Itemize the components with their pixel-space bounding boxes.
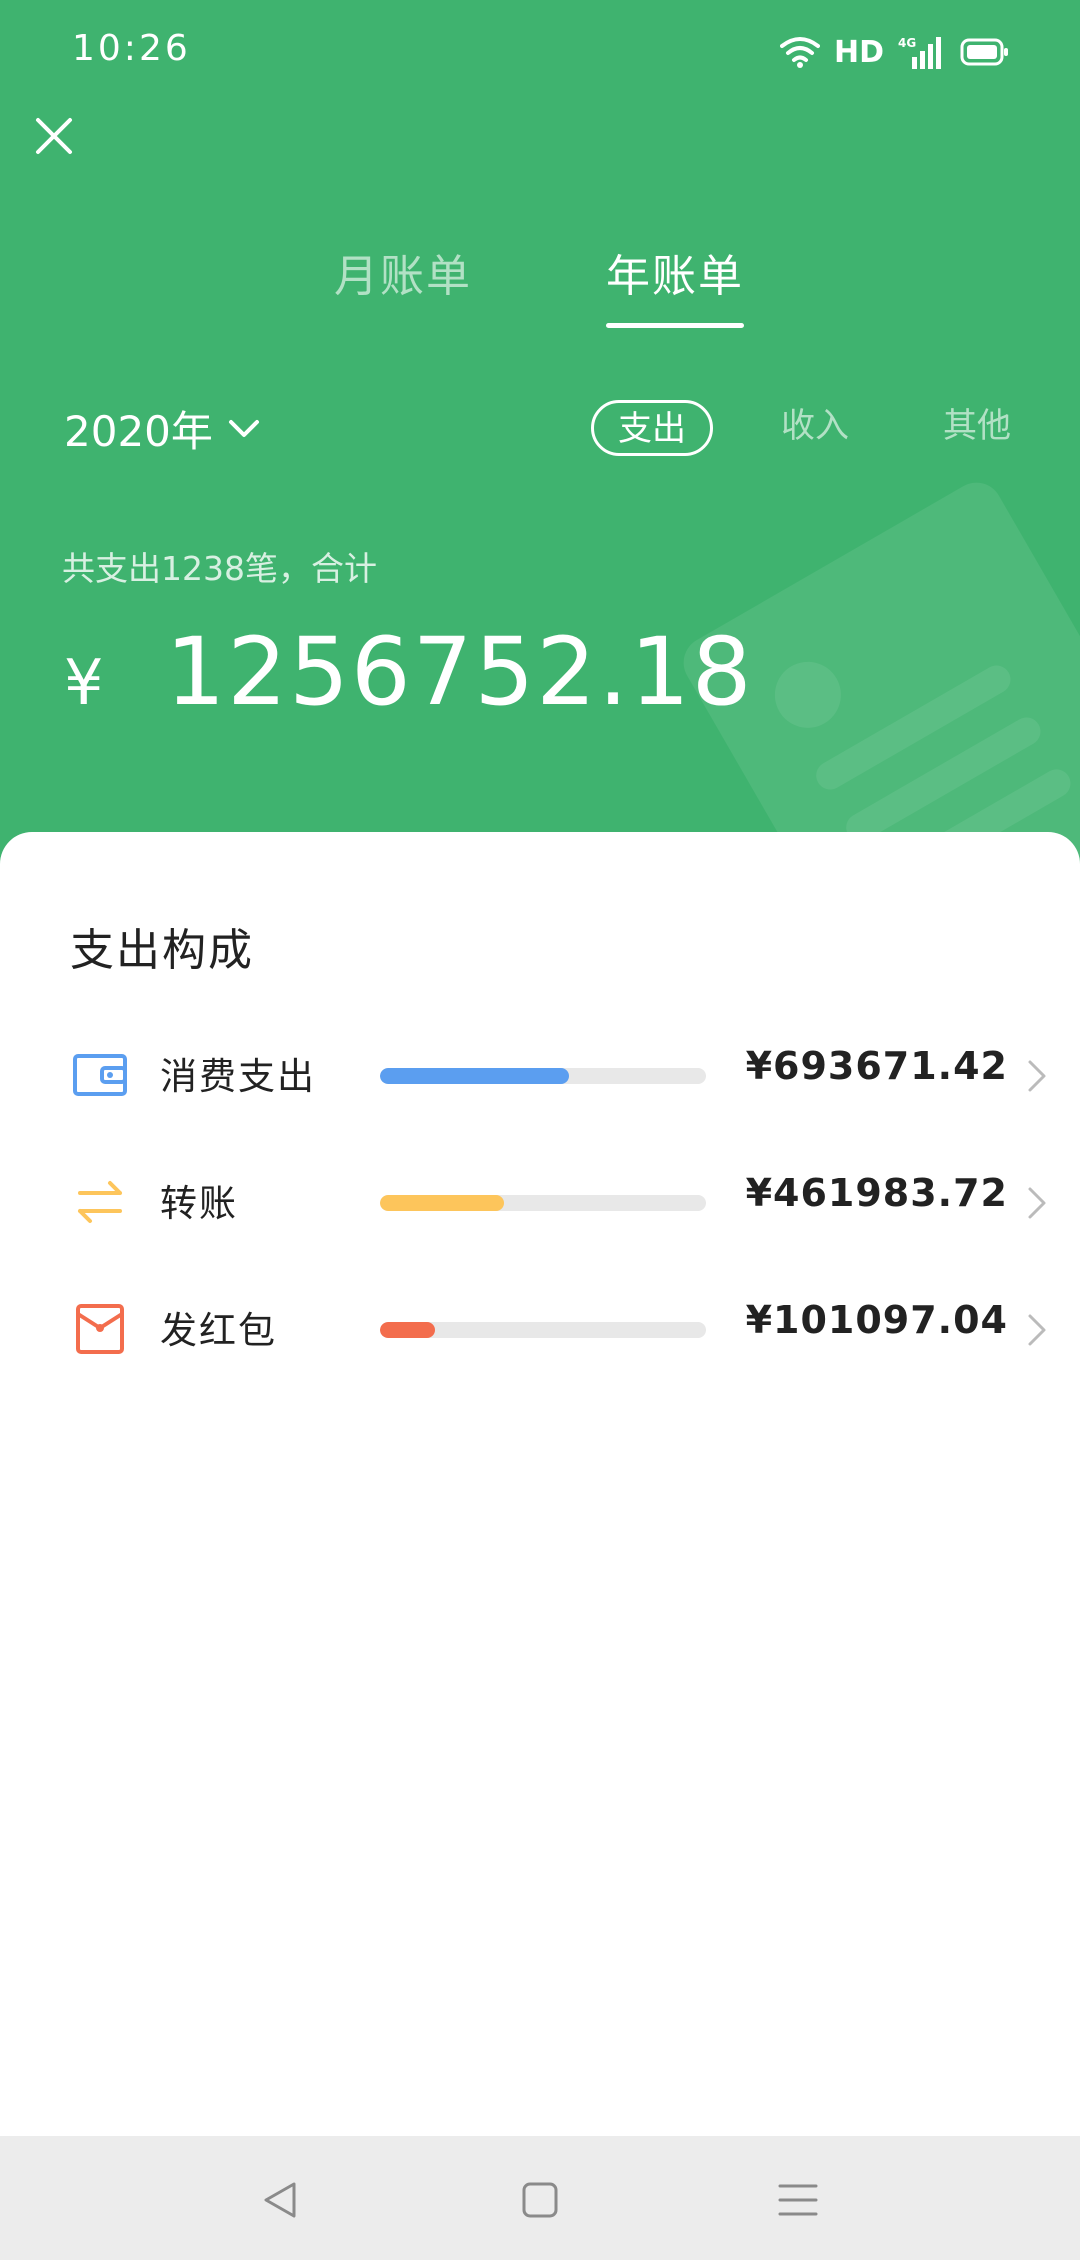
back-icon[interactable] — [258, 2178, 302, 2222]
breakdown-title: 支出构成 — [70, 925, 254, 976]
breakdown-value: ¥461983.72 — [745, 1171, 1008, 1215]
status-time: 10:26 — [72, 28, 191, 69]
total-amount: ¥ 1256752.18 — [64, 618, 754, 727]
breakdown-row-red-packet[interactable]: 发红包 ¥101097.04 — [0, 1276, 1080, 1376]
bill-header: 10:26 HD 4G 月账单 年账单 2020年 支出 收入 其他 共支出12… — [0, 0, 1080, 880]
red-packet-icon — [76, 1304, 124, 1354]
signal-icon: 4G — [898, 36, 941, 69]
year-selector[interactable]: 2020年 — [64, 398, 261, 459]
summary-text: 共支出1238笔，合计 — [62, 549, 377, 588]
filter-expense[interactable]: 支出 — [591, 400, 713, 456]
total-amount-value: 1256752.18 — [165, 618, 754, 727]
breakdown-label: 发红包 — [160, 1309, 277, 1352]
breakdown-progress-bar — [380, 1068, 706, 1084]
expense-breakdown-card: 支出构成 消费支出 ¥693671.42 转账 ¥461983.72 发红包 ¥… — [0, 832, 1080, 2132]
close-icon[interactable] — [28, 110, 80, 162]
chevron-down-icon — [228, 419, 259, 437]
breakdown-value: ¥101097.04 — [745, 1298, 1008, 1342]
tab-yearly-bill[interactable]: 年账单 — [606, 240, 744, 328]
breakdown-label: 转账 — [160, 1182, 238, 1225]
home-icon[interactable] — [518, 2178, 562, 2222]
tab-monthly-bill[interactable]: 月账单 — [334, 240, 472, 304]
status-bar-icons: HD 4G — [779, 30, 1010, 74]
breakdown-row-transfer[interactable]: 转账 ¥461983.72 — [0, 1149, 1080, 1249]
breakdown-progress-bar — [380, 1322, 706, 1338]
year-label: 2020年 — [64, 407, 213, 456]
breakdown-value: ¥693671.42 — [745, 1044, 1008, 1088]
chevron-right-icon — [1028, 1060, 1046, 1092]
active-tab-indicator — [606, 323, 744, 328]
filter-income[interactable]: 收入 — [781, 400, 849, 456]
transfer-icon — [78, 1181, 122, 1223]
hd-indicator: HD — [833, 34, 884, 70]
menu-icon[interactable] — [776, 2178, 820, 2222]
breakdown-progress-fill — [380, 1068, 570, 1084]
breakdown-row-consumption[interactable]: 消费支出 ¥693671.42 — [0, 1022, 1080, 1122]
currency-symbol: ¥ — [64, 646, 104, 719]
wallet-icon — [73, 1054, 127, 1096]
wifi-icon — [779, 37, 820, 68]
chevron-right-icon — [1028, 1187, 1046, 1219]
breakdown-progress-fill — [380, 1322, 436, 1338]
bill-period-tabs: 月账单 年账单 — [0, 240, 1080, 330]
battery-icon — [960, 38, 1008, 66]
svg-text:4G: 4G — [898, 36, 916, 50]
breakdown-progress-bar — [380, 1195, 706, 1211]
system-navigation-bar — [0, 2136, 1080, 2260]
breakdown-progress-fill — [380, 1195, 504, 1211]
filter-other[interactable]: 其他 — [943, 400, 1011, 456]
breakdown-label: 消费支出 — [160, 1055, 316, 1098]
chevron-right-icon — [1028, 1314, 1046, 1346]
